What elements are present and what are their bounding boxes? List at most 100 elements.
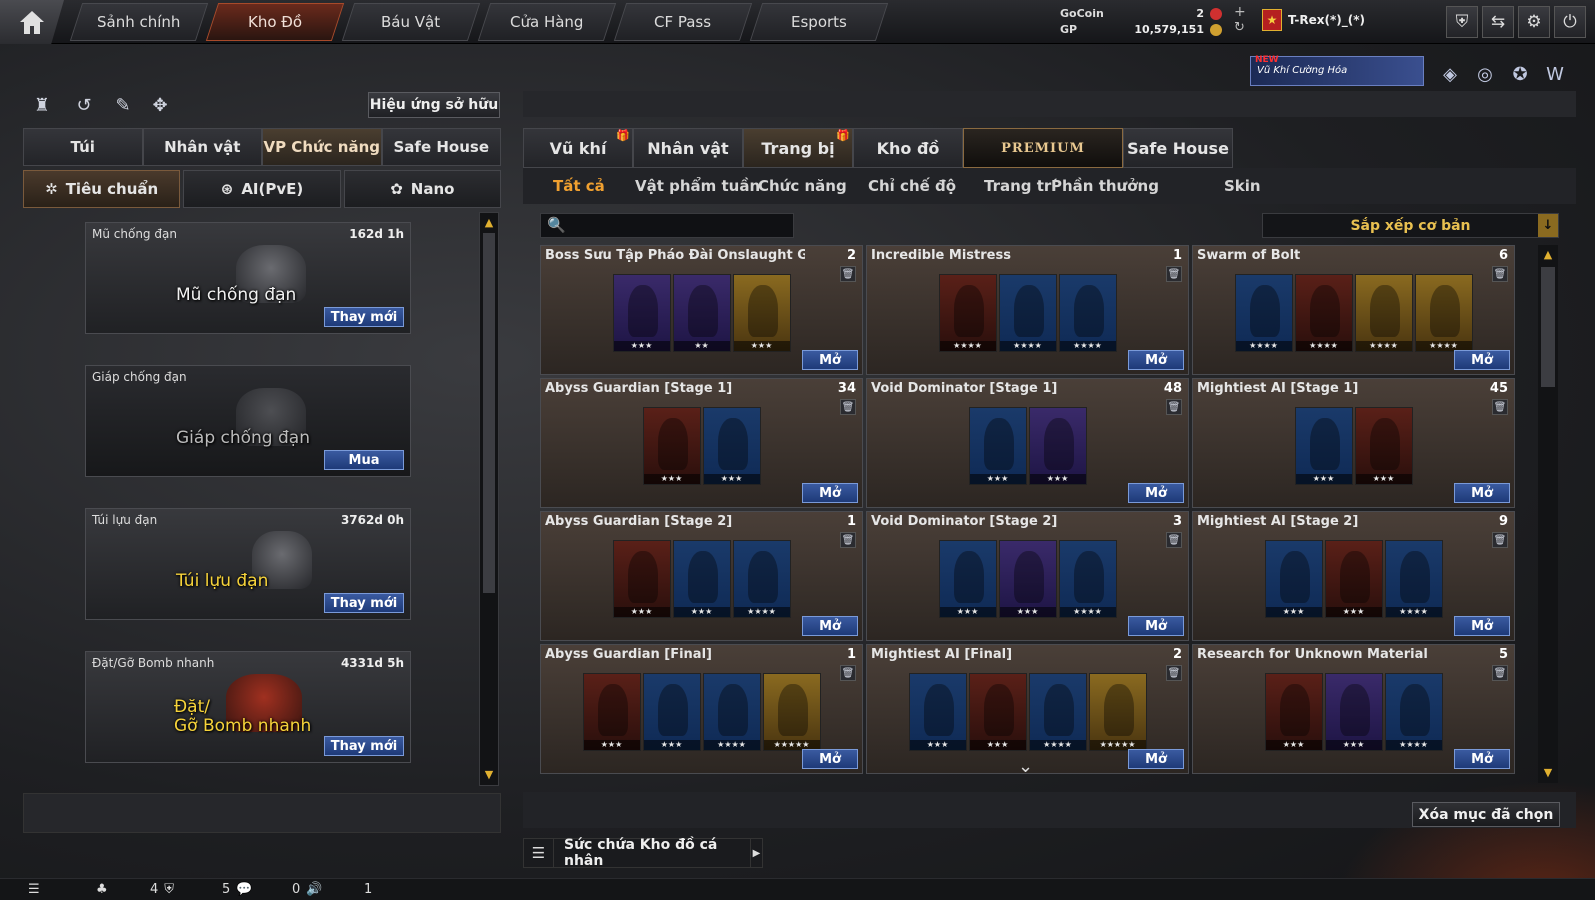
item-box-card[interactable]: Void Dominator [Stage 2] 3 🗑 ★★★ ★★★ ★★★★ Mở xyxy=(866,511,1189,641)
menu-icon[interactable]: ☰ xyxy=(28,882,40,897)
open-button[interactable]: Mở xyxy=(1454,616,1510,636)
subtab-skin[interactable]: Skin xyxy=(1224,177,1261,195)
tab-storage[interactable]: Kho đồ xyxy=(853,128,963,168)
scroll-up-icon[interactable]: ▲ xyxy=(1540,247,1556,261)
scroll-down-icon[interactable]: ▼ xyxy=(1540,765,1556,779)
event-icon-3[interactable]: ✪ xyxy=(1506,60,1534,88)
item-box-card[interactable]: Void Dominator [Stage 1] 48 🗑 ★★★ ★★★ Mở xyxy=(866,378,1189,508)
refresh-icon[interactable]: ↻ xyxy=(1234,20,1245,35)
subtab-weekly[interactable]: Vật phẩm tuần xyxy=(635,177,760,195)
item-box-card[interactable]: Mightiest AI [Final] 2 🗑 ★★★ ★★★ ★★★★ ★★★★★ Mở xyxy=(866,644,1189,774)
owned-effects-button[interactable]: Hiệu ứng sở hữu xyxy=(368,92,500,118)
item-box-card[interactable]: Abyss Guardian [Stage 2] 1 🗑 ★★★ ★★★ ★★★★ Mở xyxy=(540,511,863,641)
nav-esports[interactable]: Esports xyxy=(749,3,889,41)
renew-button[interactable]: Thay mới xyxy=(324,736,404,756)
item-box-card[interactable]: Abyss Guardian [Final] 1 🗑 ★★★ ★★★ ★★★★ ★★★★★ M… xyxy=(540,644,863,774)
item-card-grenade-bag[interactable]: Túi lựu đạn 3762d 0h Túi lựu đạn Thay mớ… xyxy=(85,508,411,620)
open-button[interactable]: Mở xyxy=(1128,749,1184,769)
scroll-thumb[interactable] xyxy=(1541,267,1555,387)
subtab-ai-pve[interactable]: ⊛ AI(PvE) xyxy=(183,170,341,208)
open-button[interactable]: Mở xyxy=(802,483,858,503)
tab-safe-house[interactable]: Safe House xyxy=(381,128,501,166)
open-button[interactable]: Mở xyxy=(802,350,858,370)
open-button[interactable]: Mở xyxy=(802,749,858,769)
item-card-helmet[interactable]: Mũ chống đạn 162d 1h Mũ chống đạn Thay m… xyxy=(85,222,411,334)
clear-selected-button[interactable]: Xóa mục đã chọn xyxy=(1412,802,1560,827)
tab-character[interactable]: Nhân vật xyxy=(142,128,262,166)
open-button[interactable]: Mở xyxy=(1454,749,1510,769)
open-button[interactable]: Mở xyxy=(1128,350,1184,370)
tab-characters[interactable]: Nhân vật xyxy=(633,128,743,168)
history-icon[interactable]: ↺ xyxy=(72,93,96,117)
gear-icon[interactable]: ⚙ xyxy=(1518,6,1550,38)
event-icon-1[interactable]: ◈ xyxy=(1436,60,1464,88)
renew-button[interactable]: Thay mới xyxy=(324,593,404,613)
promo-banner[interactable]: NEW Vũ Khí Cường Hóa xyxy=(1250,55,1424,86)
open-button[interactable]: Mở xyxy=(1454,350,1510,370)
mouse-icon[interactable]: ✥ xyxy=(148,93,172,117)
speaker-icon[interactable]: 🔊 xyxy=(306,882,322,897)
chevron-right-icon[interactable]: ▶ xyxy=(750,838,762,868)
chevron-down-icon[interactable]: ⌄ xyxy=(1018,756,1033,777)
chat-icon[interactable]: 💬 xyxy=(236,882,252,897)
subtab-function[interactable]: Chức năng xyxy=(758,177,847,195)
home-button[interactable] xyxy=(0,0,64,44)
power-icon[interactable]: ⏻ xyxy=(1554,6,1586,38)
open-button[interactable]: Mở xyxy=(1128,616,1184,636)
item-box-card[interactable]: Mightiest AI [Stage 1] 45 🗑 ★★★ ★★★ Mở xyxy=(1192,378,1515,508)
item-box-card[interactable]: Boss Sưu Tập Pháo Đài Onslaught G 2 🗑 ★★★ ★★… xyxy=(540,245,863,375)
open-button[interactable]: Mở xyxy=(802,616,858,636)
buy-button[interactable]: Mua xyxy=(324,450,404,470)
item-box-card[interactable]: Incredible Mistress 1 🗑 ★★★★ ★★★★ ★★★★ Mở xyxy=(866,245,1189,375)
party-icon[interactable]: ♣ xyxy=(96,882,108,897)
exchange-icon[interactable]: ⇆ xyxy=(1482,6,1514,38)
shield-icon[interactable]: ⛨ xyxy=(1446,6,1478,38)
item-card-quick-bomb[interactable]: Đặt/Gỡ Bomb nhanh 4331d 5h Đặt/ Gỡ Bomb … xyxy=(85,651,411,763)
subtab-nano[interactable]: ✿ Nano xyxy=(343,170,501,208)
scroll-thumb[interactable] xyxy=(483,233,495,593)
nav-treasure[interactable]: Báu Vật xyxy=(341,3,481,41)
event-icon-2[interactable]: ◎ xyxy=(1471,60,1499,88)
item-grid: Boss Sưu Tập Pháo Đài Onslaught G 2 🗑 ★★★ ★★… xyxy=(540,245,1530,783)
character-thumbnail: ★★★ xyxy=(998,540,1057,618)
item-box-card[interactable]: Abyss Guardian [Stage 1] 34 🗑 ★★★ ★★★ Mở xyxy=(540,378,863,508)
add-currency-icon[interactable]: + xyxy=(1234,4,1246,20)
right-scrollbar[interactable]: ▲ ▼ xyxy=(1538,245,1558,783)
left-scrollbar[interactable]: ▲ ▼ xyxy=(479,212,499,786)
tab-bag[interactable]: Túi xyxy=(23,128,143,166)
scroll-down-icon[interactable]: ▼ xyxy=(482,767,496,781)
event-icon-4[interactable]: W xyxy=(1541,60,1569,88)
character-figure xyxy=(953,285,984,337)
user-info[interactable]: ★ T-Rex(*)_(*) xyxy=(1262,7,1365,33)
sort-arrow-icon[interactable]: ↓ xyxy=(1538,214,1558,237)
nav-cf-pass[interactable]: CF Pass xyxy=(613,3,753,41)
character-figure xyxy=(1013,551,1044,603)
subtab-all[interactable]: Tất cả xyxy=(553,177,605,195)
item-box-card[interactable]: Mightiest AI [Stage 2] 9 🗑 ★★★ ★★★ ★★★★ Mở xyxy=(1192,511,1515,641)
search-input[interactable]: 🔍 xyxy=(540,213,794,238)
tab-weapons[interactable]: Vũ khí 🎁 xyxy=(523,128,633,168)
tools-icon[interactable]: ✎ xyxy=(111,93,135,117)
item-box-card[interactable]: Research for Unknown Material 5 🗑 ★★★ ★★★ ★★★… xyxy=(1192,644,1515,774)
tab-premium[interactable]: PREMIUM xyxy=(963,128,1123,168)
renew-button[interactable]: Thay mới xyxy=(324,307,404,327)
scroll-up-icon[interactable]: ▲ xyxy=(482,215,496,229)
open-button[interactable]: Mở xyxy=(1454,483,1510,503)
sort-select[interactable]: Sắp xếp cơ bản ↓ xyxy=(1262,213,1559,238)
subtab-decoration[interactable]: Trang trí xyxy=(984,177,1056,195)
tab-equipment[interactable]: Trang bị 🎁 xyxy=(743,128,853,168)
clan-icon[interactable]: ⛨ xyxy=(164,882,174,897)
nav-lobby[interactable]: Sảnh chính xyxy=(69,3,209,41)
subtab-standard[interactable]: ✲ Tiêu chuẩn xyxy=(23,170,181,208)
trophy-icon[interactable]: ♜ xyxy=(30,93,54,117)
nav-inventory[interactable]: Kho Đồ xyxy=(205,3,345,41)
subtab-rewards[interactable]: Phần thưởng xyxy=(1051,177,1159,195)
tab-function-items[interactable]: VP Chức năng xyxy=(262,128,382,166)
tab-safe-house[interactable]: Safe House xyxy=(1123,128,1233,168)
subtab-mode[interactable]: Chỉ chế độ xyxy=(868,177,956,195)
storage-capacity[interactable]: ☰ Sức chứa Kho đồ cá nhân ▶ xyxy=(523,837,763,869)
item-box-card[interactable]: Swarm of Bolt 6 🗑 ★★★★ ★★★★ ★★★★ ★★★★ Mở xyxy=(1192,245,1515,375)
item-card-armor[interactable]: Giáp chống đạn Giáp chống đạn Mua xyxy=(85,365,411,477)
nav-shop[interactable]: Cửa Hàng xyxy=(477,3,617,41)
open-button[interactable]: Mở xyxy=(1128,483,1184,503)
